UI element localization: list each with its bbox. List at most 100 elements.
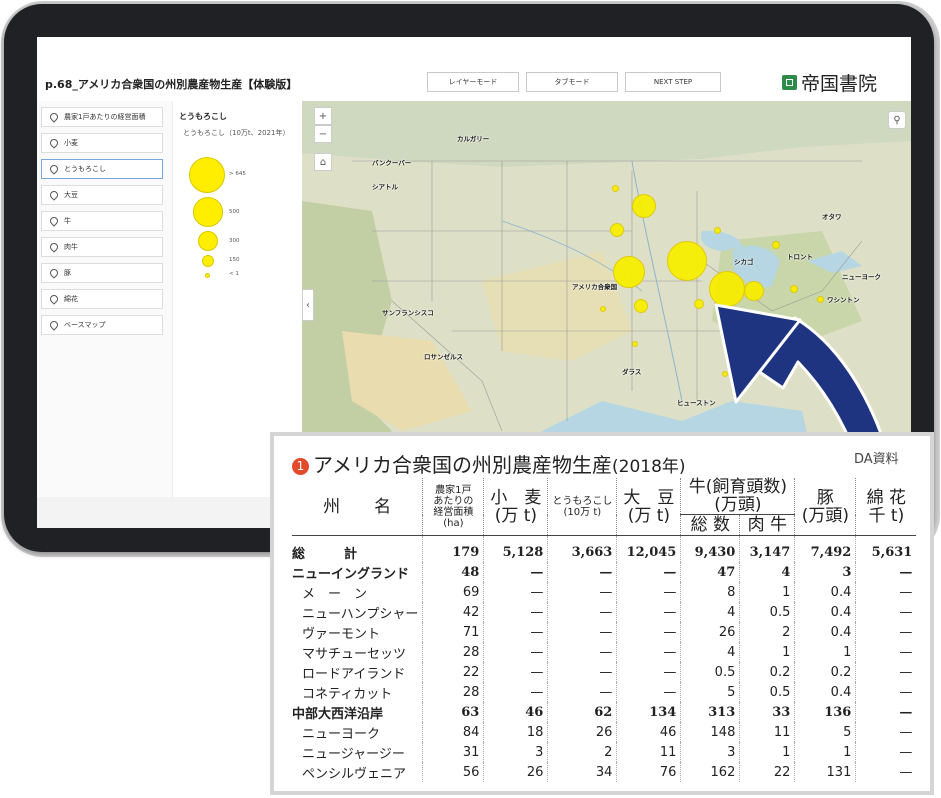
table-row: メ ー ン 69— — —8 1 0.4— — [292, 582, 916, 602]
state-symbol[interactable] — [772, 241, 780, 249]
legend-symbol-300 — [198, 231, 218, 251]
table-cell: 3,663 — [547, 535, 618, 562]
home-button[interactable]: ⌂ — [314, 153, 332, 171]
state-symbol[interactable] — [634, 299, 648, 313]
layer-item-farm-area[interactable]: 農家1戸あたりの経営面積 — [41, 107, 163, 127]
table-cell: 1 — [794, 642, 857, 662]
state-symbol[interactable] — [714, 227, 721, 234]
collapse-panel-handle[interactable]: ‹ — [302, 289, 314, 321]
layer-label: 小麦 — [64, 139, 78, 147]
layer-item-cotton[interactable]: 綿花 — [41, 289, 163, 309]
row-state-name: ニューヨーク — [292, 722, 424, 742]
layer-item-basemap[interactable]: ベースマップ — [41, 315, 163, 335]
state-symbol[interactable] — [722, 371, 728, 377]
state-symbol[interactable] — [667, 241, 707, 281]
state-symbol[interactable] — [709, 271, 745, 307]
state-symbol[interactable] — [600, 306, 606, 312]
logo-icon — [782, 75, 797, 90]
state-symbol[interactable] — [694, 299, 704, 309]
table-cell: 34 — [547, 762, 618, 782]
table-title: 1 アメリカ合衆国の州別農産物生産(2018年) — [292, 449, 686, 478]
city-label: カルガリー — [457, 135, 490, 143]
layer-label: 大豆 — [64, 191, 78, 199]
city-label: トロント — [787, 253, 813, 261]
row-state-name: メ ー ン — [292, 582, 424, 602]
state-symbol[interactable] — [632, 194, 656, 218]
state-symbol[interactable] — [632, 341, 638, 347]
table-row: ロードアイランド 22— — —0.5 0.2 0.2— — [292, 662, 916, 682]
table-year: (2018年) — [612, 457, 686, 477]
table-cell: 0.5 — [739, 682, 796, 702]
row-state-name: ヴァーモント — [292, 622, 424, 642]
table-cell: — — [483, 562, 549, 582]
city-label: ニューヨーク — [842, 273, 881, 281]
table-cell: 0.5 — [739, 602, 796, 622]
search-button[interactable]: ⚲ — [888, 111, 906, 129]
legend-label: < 1 — [229, 271, 239, 277]
table-row: ニュージャージー 31 3 2 11 3 1 1— — [292, 742, 916, 762]
table-cell: — — [616, 642, 682, 662]
table-cell: 0.4 — [794, 602, 857, 622]
legend-label: > 645 — [229, 171, 246, 177]
table-cell: — — [483, 622, 549, 642]
layer-label: 牛 — [64, 217, 71, 225]
legend-symbol-150 — [202, 255, 214, 267]
state-symbol[interactable] — [744, 281, 764, 301]
state-symbol[interactable] — [817, 296, 824, 303]
table-cell: 84 — [422, 722, 485, 742]
layer-item-wheat[interactable]: 小麦 — [41, 133, 163, 153]
header-wheat: 小 麦 (万 t) — [483, 478, 549, 536]
table-cell: 4 — [680, 642, 741, 662]
header-cotton: 綿 花千 t) — [855, 478, 917, 536]
row-state-name: 中部大西洋沿岸 — [292, 702, 424, 722]
row-state-name: 総 計 — [292, 535, 424, 562]
table-cell: 2 — [739, 622, 796, 642]
table-cell: 162 — [680, 762, 741, 782]
table-cell: 12,045 — [616, 535, 682, 562]
city-label: ヒューストン — [677, 399, 716, 407]
city-label: シアトル — [372, 183, 398, 191]
table-cell: 131 — [794, 762, 857, 782]
zoom-out-button[interactable]: − — [314, 125, 332, 143]
table-cell: — — [483, 642, 549, 662]
table-cell: 47 — [680, 562, 741, 582]
state-symbol[interactable] — [610, 223, 624, 237]
city-label: アメリカ合衆国 — [572, 283, 618, 291]
table-cell: — — [483, 682, 549, 702]
legend-symbol-1 — [205, 273, 210, 278]
tab-mode-button[interactable]: タブモード — [526, 72, 618, 92]
table-cell: 9,430 — [680, 535, 741, 562]
table-cell: 313 — [680, 702, 741, 722]
table-cell: 76 — [616, 762, 682, 782]
state-symbol[interactable] — [790, 285, 798, 293]
table-row: ニューイングランド 48— — —47 4 3— — [292, 562, 916, 582]
layer-item-cattle[interactable]: 牛 — [41, 211, 163, 231]
table-row: コネティカット 28— — —5 0.5 0.4— — [292, 682, 916, 702]
table-cell: 0.4 — [794, 582, 857, 602]
table-cell: — — [899, 724, 913, 740]
app-header: p.68_アメリカ合衆国の州別農産物生産【体験版】 レイヤーモード タブモード … — [37, 37, 911, 101]
layer-mode-button[interactable]: レイヤーモード — [427, 72, 519, 92]
legend-label: 150 — [229, 257, 240, 263]
next-step-button[interactable]: NEXT STEP — [625, 72, 721, 92]
table-cell: 0.4 — [794, 682, 857, 702]
legend-label: 500 — [229, 209, 240, 215]
layer-label: ベースマップ — [64, 321, 106, 329]
layer-item-pig[interactable]: 豚 — [41, 263, 163, 283]
layer-item-corn[interactable]: とうもろこし — [41, 159, 163, 179]
table-cell: 28 — [422, 642, 485, 662]
state-symbol[interactable] — [612, 185, 619, 192]
table-cell: — — [899, 744, 913, 760]
table-cell: 0.4 — [794, 622, 857, 642]
header-cattle-total: 総 数 — [680, 514, 741, 536]
pin-icon — [48, 215, 60, 227]
table-cell: 7,492 — [794, 535, 857, 562]
table-cell: 31 — [422, 742, 485, 762]
layer-item-soybean[interactable]: 大豆 — [41, 185, 163, 205]
zoom-in-button[interactable]: + — [314, 107, 332, 125]
state-symbol[interactable] — [613, 256, 645, 288]
table-number-badge: 1 — [292, 458, 309, 475]
page-title: p.68_アメリカ合衆国の州別農産物生産【体験版】 — [45, 78, 298, 91]
city-label: オタワ — [822, 213, 842, 221]
layer-item-beef[interactable]: 肉牛 — [41, 237, 163, 257]
